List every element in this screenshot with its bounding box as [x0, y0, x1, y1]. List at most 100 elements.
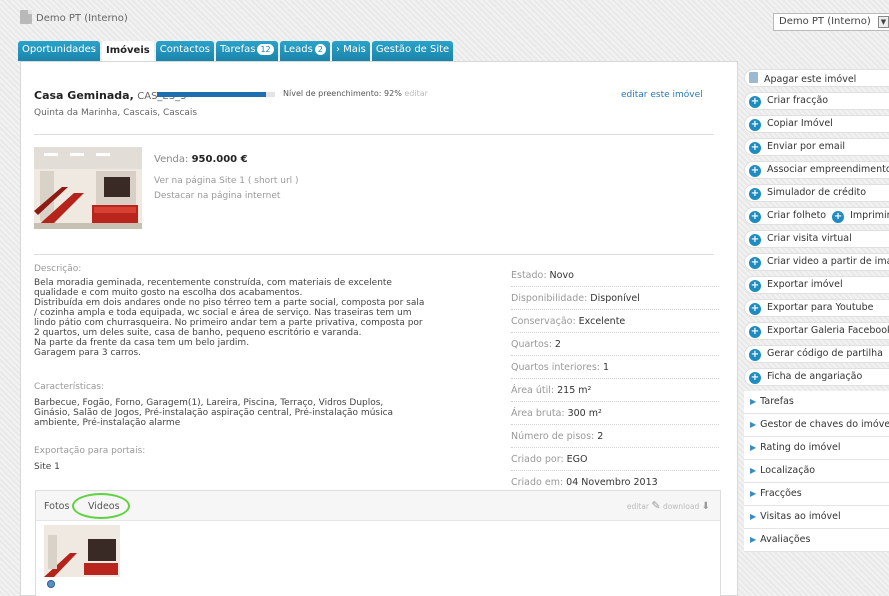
- chevron-down-icon[interactable]: ▼: [878, 16, 889, 28]
- property-name: Casa Geminada,: [34, 89, 134, 102]
- account-select-value: Demo PT (Interno): [779, 16, 871, 27]
- export-youtube-button[interactable]: + Exportar para Youtube: [744, 299, 889, 317]
- attributes-list: Estado: Novo Disponibilidade: Disponível C…: [511, 264, 719, 494]
- create-virtual-tour-button[interactable]: + Criar visita virtual: [744, 230, 889, 248]
- tab-imoveis[interactable]: Imóveis: [102, 41, 154, 61]
- plus-icon: +: [749, 165, 761, 177]
- tab-tarefas[interactable]: Tarefas 12: [215, 41, 278, 61]
- section-visits[interactable]: ▶ Visitas ao imóvel: [744, 506, 889, 529]
- plus-icon: +: [749, 234, 761, 246]
- description-label: Descrição:: [34, 264, 82, 274]
- plus-icon: +: [749, 349, 761, 361]
- section-keys-manager[interactable]: ▶ Gestor de chaves do imóvel: [744, 414, 889, 437]
- sale-price: Venda: 950.000 €: [154, 154, 248, 165]
- send-email-button[interactable]: + Enviar por email: [744, 138, 889, 156]
- fill-edit-link[interactable]: editar: [404, 89, 428, 98]
- plus-icon: +: [749, 257, 761, 269]
- features-label: Características:: [34, 382, 105, 392]
- chevron-right-icon: ▶: [750, 535, 757, 544]
- chevron-right-icon: ▶: [750, 489, 757, 498]
- site-page-link[interactable]: Ver na página Site 1 ( short url ): [154, 176, 299, 186]
- export-portals-value: Site 1: [34, 462, 60, 472]
- media-tabs: Fotos Videos editar ✎ download ⬇: [36, 491, 720, 521]
- sale-price-value: 950.000 €: [191, 154, 248, 165]
- features-text: Barbecue, Fogão, Forno, Garagem(1), Lare…: [34, 398, 394, 428]
- attribute-row: Área bruta: 300 m²: [511, 402, 719, 425]
- edit-property-link[interactable]: editar este imóvel: [621, 90, 703, 100]
- media-box: Fotos Videos editar ✎ download ⬇: [35, 490, 721, 596]
- globe-icon[interactable]: [47, 580, 55, 588]
- section-fractions[interactable]: ▶ Fracções: [744, 483, 889, 506]
- photo-thumbnail[interactable]: [44, 525, 120, 577]
- tab-photos[interactable]: Fotos: [44, 501, 69, 512]
- create-brochure-button[interactable]: + Criar folheto + Imprimir: [744, 207, 889, 225]
- section-tasks[interactable]: ▶ Tarefas: [744, 391, 889, 414]
- export-portals-label: Exportação para portais:: [34, 446, 146, 456]
- plus-icon: +: [749, 372, 761, 384]
- media-tools: editar ✎ download ⬇: [627, 499, 710, 512]
- property-address: Quinta da Marinha, Cascais, Cascais: [34, 108, 198, 118]
- divider: [34, 254, 714, 255]
- media-download-link[interactable]: download: [663, 502, 699, 511]
- create-video-button[interactable]: +Criar video a partir de imagens: [744, 253, 889, 271]
- chevron-right-icon: ▶: [750, 443, 757, 452]
- description-text: Bela moradia geminada, recentemente cons…: [34, 278, 425, 358]
- tab-gestao-site[interactable]: Gestão de Site: [371, 41, 454, 61]
- tarefas-count-badge: 12: [257, 44, 274, 55]
- plus-icon: +: [749, 303, 761, 315]
- associate-development-button[interactable]: + Associar empreendimento: [744, 161, 889, 179]
- export-property-button[interactable]: + Exportar imóvel: [744, 276, 889, 294]
- plus-icon: +: [749, 119, 761, 131]
- attribute-row: Estado: Novo: [511, 264, 719, 287]
- chevron-right-icon: ▶: [750, 397, 757, 406]
- create-fraction-button[interactable]: + Criar fracção: [744, 92, 889, 110]
- chevron-right-icon: ▶: [750, 512, 757, 521]
- delete-property-button[interactable]: Apagar este imóvel: [744, 69, 889, 87]
- print-button[interactable]: Imprimir: [850, 210, 889, 221]
- chevron-right-icon: ▶: [750, 420, 757, 429]
- tab-oportunidades[interactable]: Oportunidades: [18, 41, 101, 61]
- pencil-icon[interactable]: ✎: [651, 499, 660, 512]
- attribute-row: Quartos interiores: 1: [511, 356, 719, 379]
- chevron-right-icon: ▶: [750, 466, 757, 475]
- attribute-row: Disponibilidade: Disponível: [511, 287, 719, 310]
- plus-icon[interactable]: +: [832, 211, 845, 223]
- fill-level-label: Nível de preenchimento: 92% editar: [283, 89, 428, 98]
- actions-sidebar: Apagar este imóvel + Criar fracção + Copia…: [744, 69, 889, 552]
- copy-property-button[interactable]: + Copiar Imóvel: [744, 115, 889, 133]
- attribute-row: Área útil: 215 m²: [511, 379, 719, 402]
- plus-icon: +: [749, 96, 761, 108]
- acquisition-sheet-button[interactable]: + Ficha de angariação: [744, 368, 889, 386]
- account-select[interactable]: Demo PT (Interno) ▼: [773, 13, 889, 31]
- plus-icon: +: [749, 211, 761, 223]
- section-evaluations[interactable]: ▶ Avaliações: [744, 529, 889, 552]
- credit-simulator-button[interactable]: + Simulador de crédito: [744, 184, 889, 202]
- plus-icon: +: [749, 326, 761, 338]
- highlight-internet-link[interactable]: Destacar na página internet: [154, 191, 280, 201]
- fill-level-bar: [157, 92, 275, 97]
- app-title: Demo PT (Interno): [36, 13, 128, 24]
- property-panel: Casa Geminada, CAS_ES_3 Nível de preench…: [20, 61, 738, 596]
- tab-mais[interactable]: › Mais: [331, 41, 370, 61]
- tab-contactos[interactable]: Contactos: [155, 41, 214, 61]
- document-icon: [20, 10, 32, 24]
- tab-leads[interactable]: Leads 2: [279, 41, 330, 61]
- main-tabs: Oportunidades Imóveis Contactos Tarefas 1…: [18, 41, 455, 61]
- section-rating[interactable]: ▶ Rating do imóvel: [744, 437, 889, 460]
- property-photo[interactable]: [34, 147, 142, 229]
- media-edit-link[interactable]: editar: [627, 502, 649, 511]
- attribute-row: Quartos: 2: [511, 333, 719, 356]
- fill-level-bar-fill: [157, 92, 266, 97]
- share-code-button[interactable]: + Gerar código de partilha: [744, 345, 889, 363]
- attribute-row: Conservação: Excelente: [511, 310, 719, 333]
- attribute-row: Número de pisos: 2: [511, 425, 719, 448]
- plus-icon: +: [749, 280, 761, 292]
- download-icon[interactable]: ⬇: [702, 501, 710, 512]
- trash-icon: [749, 72, 758, 83]
- section-location[interactable]: ▶ Localização: [744, 460, 889, 483]
- plus-icon: +: [749, 188, 761, 200]
- plus-icon: +: [749, 142, 761, 154]
- export-facebook-gallery-button[interactable]: + Exportar Galeria Facebook: [744, 322, 889, 340]
- top-bar: Demo PT (Interno) Demo PT (Interno) ▼: [0, 0, 889, 40]
- divider: [34, 134, 714, 135]
